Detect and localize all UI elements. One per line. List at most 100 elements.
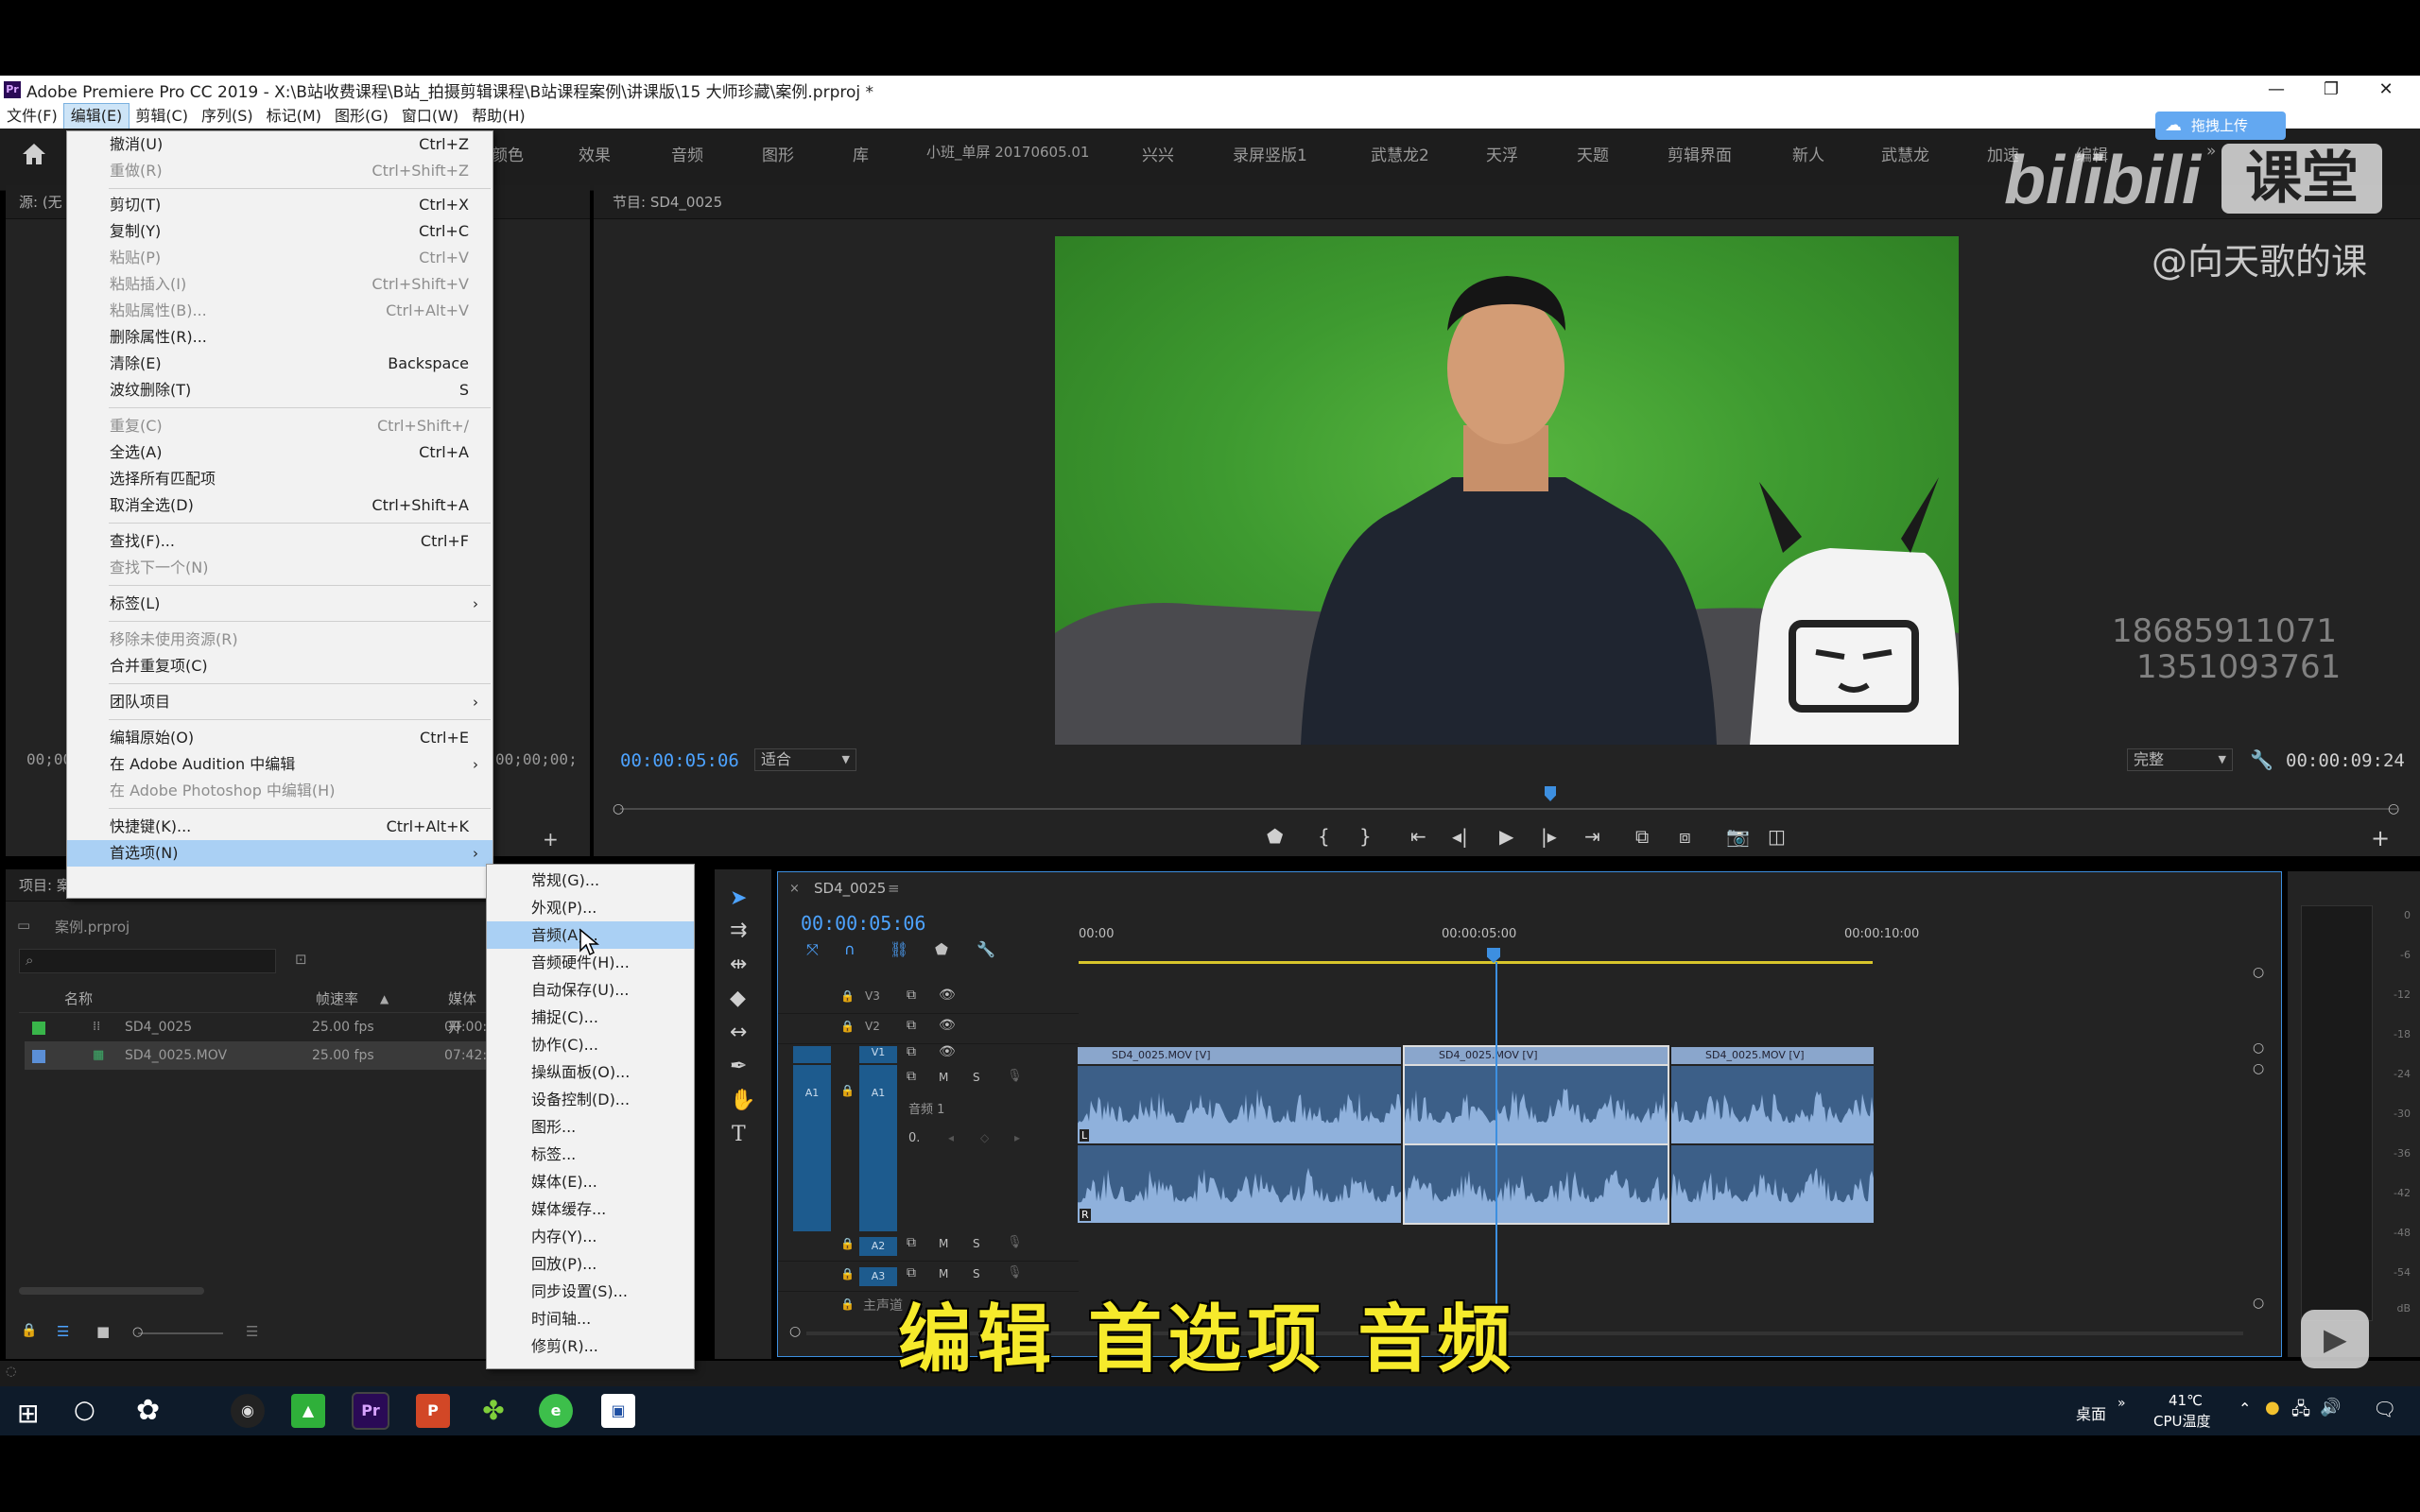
- pen-tool-icon[interactable]: ✒: [730, 1055, 747, 1078]
- pref-item-collaboration[interactable]: 协作(C)...: [487, 1031, 694, 1058]
- notification-icon[interactable]: 🗨: [2373, 1398, 2396, 1420]
- obs-app-icon[interactable]: ◉: [231, 1394, 265, 1428]
- media-app-icon[interactable]: ▣: [601, 1394, 635, 1428]
- timeline-settings-icon[interactable]: 🔧: [977, 940, 995, 958]
- powerpoint-taskbar-icon[interactable]: P: [416, 1394, 450, 1428]
- nest-toggle-icon[interactable]: ⤧: [806, 940, 819, 959]
- new-bin-icon[interactable]: ⊡: [295, 951, 307, 968]
- menu-item-remove-unused[interactable]: 移除未使用资源(R): [67, 627, 493, 653]
- menu-item-edit-original[interactable]: 编辑原始(O) Ctrl+E: [67, 725, 493, 751]
- pref-item-auto-save[interactable]: 自动保存(U)...: [487, 976, 694, 1004]
- mute-button[interactable]: M: [939, 1071, 948, 1084]
- workspace-tab[interactable]: 效果: [579, 142, 611, 165]
- add-marker-icon[interactable]: ⬟: [935, 940, 948, 958]
- sync-lock-icon[interactable]: ⧉: [907, 1235, 916, 1250]
- project-item-row[interactable]: ▦ SD4_0025.MOV 25.00 fps 07:42:1: [25, 1041, 495, 1070]
- close-button[interactable]: ✕: [2360, 76, 2412, 104]
- scroll-handle-icon[interactable]: ○: [2253, 965, 2264, 980]
- workspace-tab[interactable]: 新人: [1792, 142, 1824, 165]
- menu-item-label-submenu[interactable]: 标签(L) ›: [67, 591, 493, 617]
- mark-in-icon[interactable]: {: [1318, 825, 1330, 848]
- menu-item-edit-in-photoshop[interactable]: 在 Adobe Photoshop 中编辑(H): [67, 778, 493, 804]
- eye-icon[interactable]: 👁: [939, 1044, 956, 1059]
- column-name[interactable]: 名称: [64, 985, 93, 1013]
- zoom-handle-icon[interactable]: ○: [789, 1324, 801, 1339]
- audio-clip-right[interactable]: [1671, 1145, 1874, 1223]
- pref-item-device-control[interactable]: 设备控制(D)...: [487, 1086, 694, 1113]
- volume-icon[interactable]: 🔊: [2320, 1398, 2341, 1418]
- pref-item-labels[interactable]: 标签...: [487, 1141, 694, 1168]
- menu-item-redo[interactable]: 重做(R) Ctrl+Shift+Z: [67, 158, 493, 184]
- project-search-input[interactable]: ⌕: [19, 949, 276, 973]
- source-patch-a1[interactable]: A1: [793, 1065, 831, 1231]
- step-back-icon[interactable]: ◂|: [1452, 825, 1468, 848]
- go-to-in-icon[interactable]: ⇤: [1410, 825, 1426, 848]
- ripple-edit-tool-icon[interactable]: ⇹: [730, 953, 747, 976]
- workspace-tab[interactable]: 兴兴: [1142, 142, 1174, 165]
- scroll-handle-icon[interactable]: ○: [2253, 1061, 2264, 1076]
- video-clip[interactable]: SD4_0025.MOV [V]: [1671, 1047, 1874, 1064]
- menu-item-copy[interactable]: 复制(Y) Ctrl+C: [67, 218, 493, 245]
- column-fps[interactable]: 帧速率: [316, 985, 358, 1013]
- audio-clip-right[interactable]: R: [1078, 1145, 1401, 1223]
- track-volume[interactable]: 0.: [908, 1131, 920, 1145]
- close-tab-icon[interactable]: ×: [789, 882, 800, 896]
- solo-button[interactable]: S: [973, 1237, 980, 1250]
- prev-keyframe-icon[interactable]: ◂: [948, 1131, 954, 1144]
- linked-selection-icon[interactable]: ⛓: [890, 940, 908, 958]
- lock-icon[interactable]: 🔒: [840, 1267, 855, 1280]
- eye-icon[interactable]: 👁: [939, 988, 956, 1003]
- solo-button[interactable]: S: [973, 1267, 980, 1280]
- workspace-tab[interactable]: 武慧龙2: [1371, 142, 1429, 165]
- workspace-tab[interactable]: 小班_单屏 20170605.01: [926, 142, 1089, 162]
- sync-lock-icon[interactable]: ⧉: [907, 1069, 916, 1084]
- scroll-handle-icon[interactable]: ○: [2253, 1296, 2264, 1311]
- track-select-tool-icon[interactable]: ⇉: [730, 919, 747, 942]
- next-keyframe-icon[interactable]: ▸: [1014, 1131, 1020, 1144]
- menu-item-preferences[interactable]: 首选项(N) ›: [67, 840, 493, 867]
- home-icon[interactable]: [21, 142, 47, 166]
- compare-icon[interactable]: ◫: [1768, 825, 1786, 848]
- menu-item-paste-insert[interactable]: 粘贴插入(I) Ctrl+Shift+V: [67, 271, 493, 298]
- sync-lock-icon[interactable]: ⧉: [907, 1265, 916, 1280]
- menu-item-select-all-matching[interactable]: 选择所有匹配项: [67, 466, 493, 492]
- search-icon[interactable]: ○: [74, 1396, 95, 1424]
- go-to-out-icon[interactable]: ⇥: [1584, 825, 1600, 848]
- mic-icon[interactable]: 🎙: [1007, 1235, 1023, 1249]
- audio-clip-right[interactable]: [1403, 1143, 1669, 1225]
- menu-item-select-all[interactable]: 全选(A) Ctrl+A: [67, 439, 493, 466]
- sync-lock-icon[interactable]: ⧉: [907, 1044, 916, 1059]
- pref-item-playback[interactable]: 回放(P)...: [487, 1250, 694, 1278]
- mute-button[interactable]: M: [939, 1267, 948, 1280]
- menu-graphics[interactable]: 图形(G): [328, 104, 395, 129]
- menu-item-cut[interactable]: 剪切(T) Ctrl+X: [67, 192, 493, 218]
- program-scrubber[interactable]: [620, 808, 2397, 810]
- scroll-handle-icon[interactable]: ○: [2253, 1040, 2264, 1056]
- network-icon[interactable]: 🖧: [2291, 1398, 2310, 1426]
- lock-icon[interactable]: 🔒: [840, 1084, 855, 1097]
- menu-item-keyboard-shortcuts[interactable]: 快捷键(K)... Ctrl+Alt+K: [67, 814, 493, 840]
- insert-icon[interactable]: ⧉: [1635, 825, 1649, 848]
- menu-item-ripple-delete[interactable]: 波纹删除(T) S: [67, 377, 493, 404]
- source-patch-v1[interactable]: [793, 1046, 831, 1063]
- menu-clip[interactable]: 剪辑(C): [129, 104, 195, 129]
- app-icon[interactable]: ✿: [136, 1394, 160, 1427]
- lock-icon[interactable]: 🔒: [840, 1020, 855, 1033]
- play-icon[interactable]: ▶: [1499, 825, 1513, 848]
- workspace-tab[interactable]: 武慧龙: [1881, 142, 1929, 165]
- pref-item-graphics[interactable]: 图形...: [487, 1113, 694, 1141]
- audio-clip-left[interactable]: [1403, 1064, 1669, 1145]
- menu-item-team-project[interactable]: 团队项目 ›: [67, 689, 493, 715]
- pref-item-memory[interactable]: 内存(Y)...: [487, 1223, 694, 1250]
- sequence-tab[interactable]: SD4_0025: [814, 880, 886, 897]
- pref-item-capture[interactable]: 捕捉(C)...: [487, 1004, 694, 1031]
- menu-item-edit-in-audition[interactable]: 在 Adobe Audition 中编辑 ›: [67, 751, 493, 778]
- workspace-tab[interactable]: 剪辑界面: [1668, 142, 1732, 165]
- audio-clip-left[interactable]: L: [1078, 1066, 1401, 1143]
- type-tool-icon[interactable]: T: [732, 1123, 746, 1146]
- pref-item-general[interactable]: 常规(G)...: [487, 867, 694, 894]
- track-label[interactable]: A2: [859, 1237, 897, 1256]
- minimize-button[interactable]: —: [2250, 76, 2303, 104]
- menu-help[interactable]: 帮助(H): [465, 104, 532, 129]
- menu-item-paste[interactable]: 粘贴(P) Ctrl+V: [67, 245, 493, 271]
